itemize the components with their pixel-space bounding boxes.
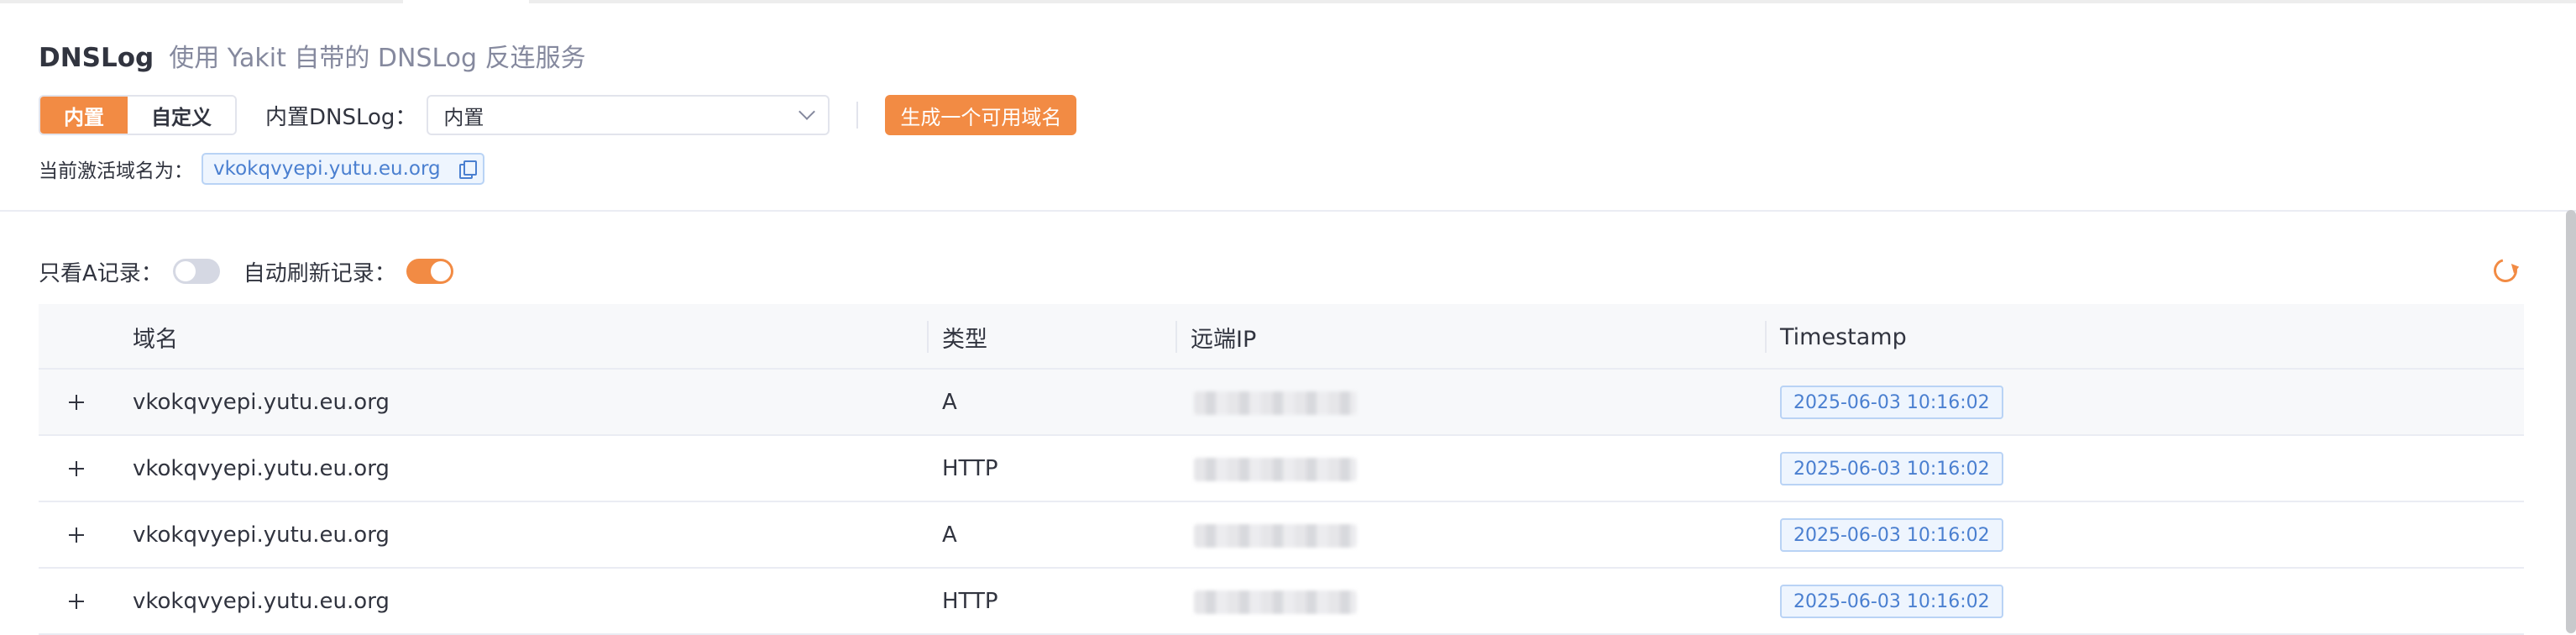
dnslog-table: 域名 类型 远端IP Timestamp vkokqvyepi.yutu.eu.… bbox=[39, 304, 2524, 635]
column-header-timestamp[interactable]: Timestamp bbox=[1780, 304, 1907, 370]
title-row: DNSLog 使用 Yakit 自带的 DNSLog 反连服务 bbox=[39, 37, 586, 74]
active-domain-tag: vkokqvyepi.yutu.eu.org bbox=[202, 153, 484, 185]
timestamp-tag: 2025-06-03 10:16:02 bbox=[1780, 518, 2003, 552]
cell-domain: vkokqvyepi.yutu.eu.org bbox=[133, 390, 390, 415]
copy-icon[interactable] bbox=[458, 160, 477, 179]
filter-row: 只看A记录： 自动刷新记录： bbox=[39, 252, 477, 291]
column-header-type[interactable]: 类型 bbox=[942, 304, 987, 370]
cell-domain: vkokqvyepi.yutu.eu.org bbox=[133, 522, 390, 548]
toggle-knob bbox=[175, 261, 196, 281]
column-divider bbox=[1765, 321, 1767, 353]
mode-custom-button[interactable]: 自定义 bbox=[128, 97, 235, 134]
active-domain-value: vkokqvyepi.yutu.eu.org bbox=[213, 158, 441, 180]
page-title: DNSLog bbox=[39, 43, 154, 73]
cell-timestamp: 2025-06-03 10:16:02 bbox=[1780, 502, 2003, 568]
cell-type: HTTP bbox=[942, 589, 998, 614]
expand-plus-icon[interactable] bbox=[69, 461, 84, 476]
table-row[interactable]: vkokqvyepi.yutu.eu.org A 2025-06-03 10:1… bbox=[39, 370, 2524, 436]
table-row[interactable]: vkokqvyepi.yutu.eu.org HTTP 2025-06-03 1… bbox=[39, 569, 2524, 635]
only-a-toggle[interactable] bbox=[172, 259, 220, 284]
auto-refresh-label: 自动刷新记录： bbox=[243, 260, 396, 286]
dnslog-select-label: 内置DNSLog： bbox=[265, 104, 417, 130]
cell-timestamp: 2025-06-03 10:16:02 bbox=[1780, 569, 2003, 634]
dnslog-select-value: 内置 bbox=[443, 105, 484, 129]
cell-type: A bbox=[942, 522, 957, 548]
timestamp-tag: 2025-06-03 10:16:02 bbox=[1780, 452, 2003, 485]
toggle-knob bbox=[430, 261, 451, 281]
timestamp-tag: 2025-06-03 10:16:02 bbox=[1780, 585, 2003, 618]
mode-builtin-button[interactable]: 内置 bbox=[40, 97, 128, 134]
divider bbox=[856, 102, 859, 129]
expand-plus-icon[interactable] bbox=[69, 594, 84, 609]
generate-domain-button[interactable]: 生成一个可用域名 bbox=[885, 95, 1077, 135]
cell-domain: vkokqvyepi.yutu.eu.org bbox=[133, 456, 390, 481]
active-domain-label: 当前激活域名为： bbox=[39, 160, 193, 182]
chevron-down-icon bbox=[798, 103, 816, 120]
page-subtitle: 使用 Yakit 自带的 DNSLog 反连服务 bbox=[169, 44, 586, 73]
column-divider bbox=[1175, 321, 1177, 353]
cell-type: A bbox=[942, 390, 957, 415]
control-row: 内置 自定义 内置DNSLog： 内置 生成一个可用域名 bbox=[39, 94, 1077, 136]
cell-timestamp: 2025-06-03 10:16:02 bbox=[1780, 436, 2003, 501]
dnslog-select[interactable]: 内置 bbox=[427, 95, 830, 135]
column-divider bbox=[927, 321, 929, 353]
refresh-icon[interactable] bbox=[2489, 254, 2522, 287]
cell-remote-ip-redacted bbox=[1194, 391, 1357, 415]
cell-timestamp: 2025-06-03 10:16:02 bbox=[1780, 370, 2003, 435]
table-row[interactable]: vkokqvyepi.yutu.eu.org A 2025-06-03 10:1… bbox=[39, 502, 2524, 569]
cell-remote-ip-redacted bbox=[1194, 524, 1357, 548]
column-header-domain[interactable]: 域名 bbox=[133, 304, 178, 370]
vertical-scrollbar[interactable] bbox=[2566, 210, 2576, 633]
table-row[interactable]: vkokqvyepi.yutu.eu.org HTTP 2025-06-03 1… bbox=[39, 436, 2524, 502]
active-domain-row: 当前激活域名为： vkokqvyepi.yutu.eu.org bbox=[39, 153, 484, 185]
timestamp-tag: 2025-06-03 10:16:02 bbox=[1780, 386, 2003, 419]
expand-plus-icon[interactable] bbox=[69, 395, 84, 410]
dnslog-header: DNSLog 使用 Yakit 自带的 DNSLog 反连服务 内置 自定义 内… bbox=[0, 3, 2576, 212]
table-header: 域名 类型 远端IP Timestamp bbox=[39, 304, 2524, 370]
expand-plus-icon[interactable] bbox=[69, 527, 84, 543]
only-a-label: 只看A记录： bbox=[39, 260, 163, 286]
cell-domain: vkokqvyepi.yutu.eu.org bbox=[133, 589, 390, 614]
mode-segmented-control: 内置 自定义 bbox=[39, 95, 237, 135]
cell-remote-ip-redacted bbox=[1194, 458, 1357, 481]
cell-remote-ip-redacted bbox=[1194, 590, 1357, 614]
column-header-remote-ip[interactable]: 远端IP bbox=[1191, 304, 1256, 370]
cell-type: HTTP bbox=[942, 456, 998, 481]
auto-refresh-toggle[interactable] bbox=[406, 259, 453, 284]
